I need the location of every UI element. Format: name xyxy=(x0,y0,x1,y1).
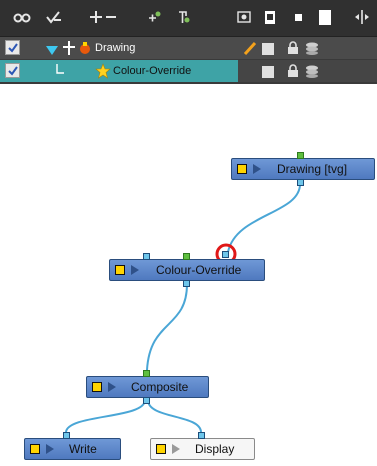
large-square-icon[interactable] xyxy=(318,8,332,26)
connection-wire[interactable] xyxy=(227,183,301,253)
expand-arrow-icon[interactable] xyxy=(131,265,139,275)
color-swatch-icon[interactable] xyxy=(262,65,274,83)
star-effect-icon xyxy=(95,63,111,84)
connection-wire[interactable] xyxy=(65,399,146,433)
colour-override-node[interactable]: Colour-Override xyxy=(109,259,265,281)
layer-properties-icon[interactable] xyxy=(236,8,252,26)
add-peg-icon[interactable] xyxy=(175,8,191,26)
timeline-panel: Drawing Colour-Override xyxy=(0,0,377,84)
lock-icon[interactable] xyxy=(287,41,299,60)
input-port[interactable] xyxy=(143,370,150,377)
child-connector-icon xyxy=(55,63,65,82)
expand-arrow-icon[interactable] xyxy=(108,382,116,392)
layer-row-colour-override[interactable]: Colour-Override xyxy=(0,60,377,82)
peg-icon xyxy=(62,40,76,61)
expand-arrow-icon[interactable] xyxy=(46,43,58,61)
show-all-icon[interactable] xyxy=(12,8,32,26)
node-color-swatch[interactable] xyxy=(115,265,125,275)
connection-wire[interactable] xyxy=(146,283,188,371)
node-view: Drawing [tvg] Colour-Override Composite … xyxy=(0,84,377,466)
output-port[interactable] xyxy=(183,280,190,287)
split-view-icon[interactable] xyxy=(353,8,371,26)
timeline-toolbar xyxy=(0,0,377,37)
expand-arrow-icon[interactable] xyxy=(46,444,54,454)
layer-row-drawing[interactable]: Drawing xyxy=(0,37,377,59)
output-port[interactable] xyxy=(143,397,150,404)
drawing-node[interactable]: Drawing [tvg] xyxy=(231,158,375,180)
layer-name: Drawing xyxy=(95,42,136,54)
pencil-icon[interactable] xyxy=(243,41,258,60)
enable-all-icon[interactable] xyxy=(44,8,64,26)
color-swatch-icon[interactable] xyxy=(262,42,274,60)
matte-input-port[interactable] xyxy=(222,251,229,258)
add-layer-icon[interactable] xyxy=(88,8,104,26)
input-port[interactable] xyxy=(297,152,304,159)
composite-node[interactable]: Composite xyxy=(86,376,209,398)
layer-visibility-checkbox[interactable] xyxy=(5,63,20,78)
connection-wire[interactable] xyxy=(147,399,202,433)
lock-icon[interactable] xyxy=(287,64,299,83)
node-label: Colour-Override xyxy=(156,263,242,277)
output-port[interactable] xyxy=(297,179,304,186)
node-color-swatch[interactable] xyxy=(237,164,247,174)
show-thumbnails-icon[interactable] xyxy=(263,8,277,26)
node-color-swatch[interactable] xyxy=(30,444,40,454)
node-label: Display xyxy=(195,442,235,456)
drawing-layer-icon xyxy=(78,41,92,60)
input-port[interactable] xyxy=(183,253,190,260)
remove-layer-icon[interactable] xyxy=(104,8,118,26)
display-node[interactable]: Display xyxy=(150,438,255,460)
expand-arrow-icon[interactable] xyxy=(253,164,261,174)
node-label: Composite xyxy=(131,380,189,394)
node-color-swatch[interactable] xyxy=(92,382,102,392)
add-drawing-layer-icon[interactable] xyxy=(146,8,162,26)
layer-visibility-checkbox[interactable] xyxy=(5,40,20,55)
node-label: Drawing [tvg] xyxy=(277,162,348,176)
stack-icon[interactable] xyxy=(305,64,319,83)
node-label: Write xyxy=(69,442,97,456)
layer-name: Colour-Override xyxy=(113,65,192,77)
stack-icon[interactable] xyxy=(305,41,319,60)
input-port[interactable] xyxy=(143,253,150,260)
write-node[interactable]: Write xyxy=(24,438,121,460)
input-port[interactable] xyxy=(63,432,70,439)
node-color-swatch[interactable] xyxy=(156,444,166,454)
expand-arrow-icon[interactable] xyxy=(172,444,180,454)
input-port[interactable] xyxy=(198,432,205,439)
small-square-icon[interactable] xyxy=(292,8,306,26)
